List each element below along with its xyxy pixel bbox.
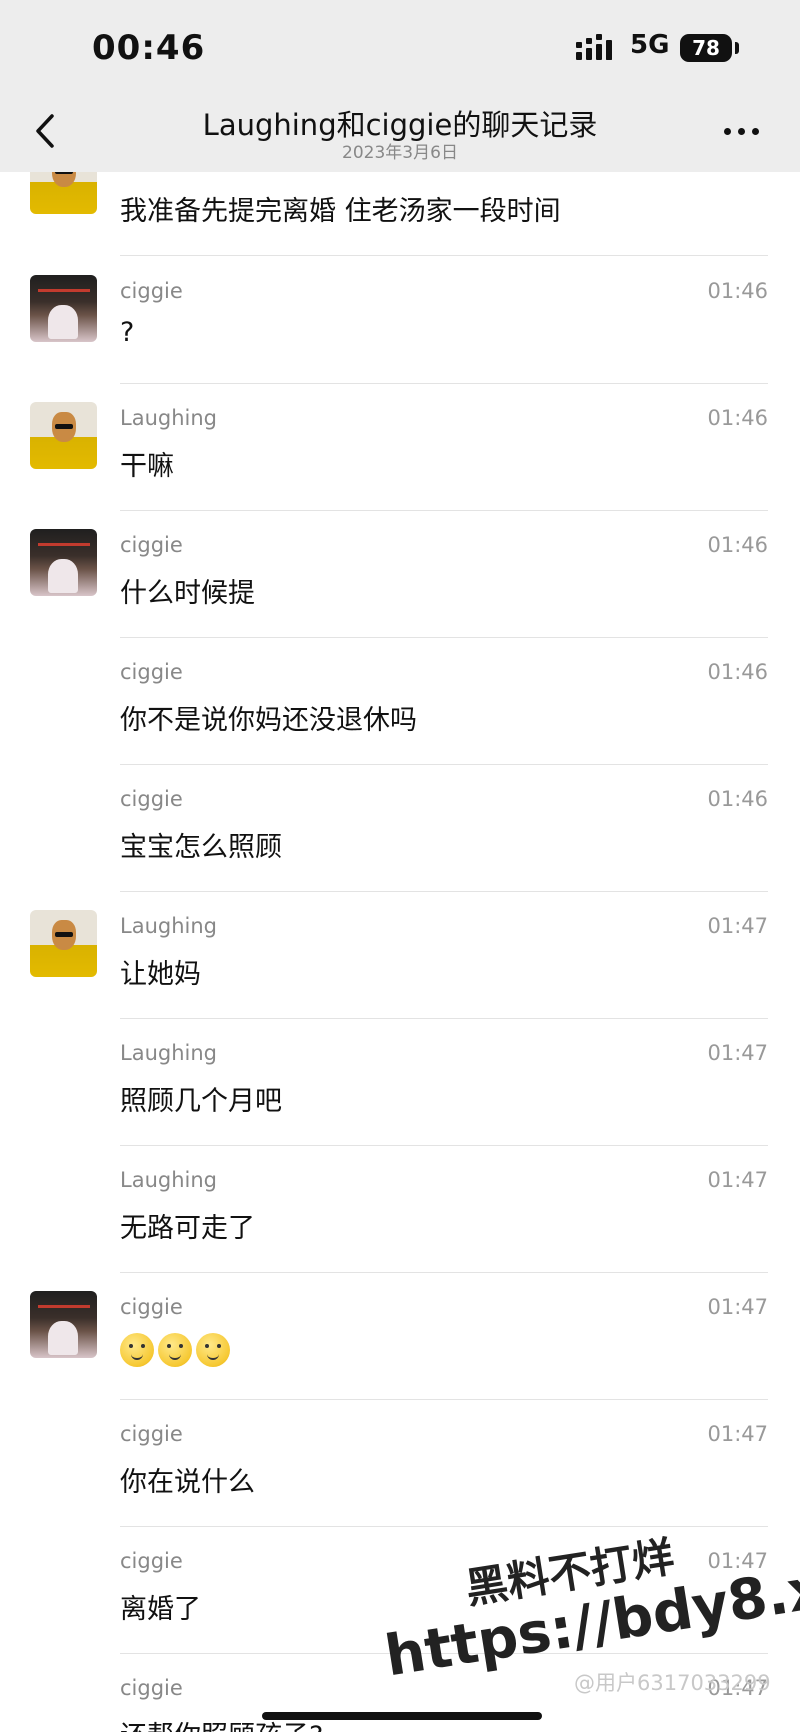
status-time: 00:46 bbox=[92, 28, 206, 68]
sender-name: ciggie bbox=[120, 1422, 183, 1446]
smile-emoji-icon bbox=[196, 1333, 230, 1367]
list-item: ciggie 01:47 bbox=[0, 1273, 800, 1400]
message-text: 无路可走了 bbox=[120, 1213, 255, 1244]
message-emoji-row bbox=[120, 1333, 234, 1367]
message-text: 干嘛 bbox=[120, 451, 174, 482]
more-dot-icon bbox=[724, 128, 731, 135]
smile-emoji-icon bbox=[158, 1333, 192, 1367]
smile-emoji-icon bbox=[120, 1333, 154, 1367]
battery-tip bbox=[735, 42, 739, 54]
sender-name: Laughing bbox=[120, 914, 217, 938]
message-text: ? bbox=[120, 317, 135, 348]
sender-name: ciggie bbox=[120, 1295, 183, 1319]
message-text: 我准备先提完离婚 住老汤家一段时间 bbox=[120, 196, 561, 227]
message-text: 离婚了 bbox=[120, 1594, 201, 1625]
list-item: Laughing 01:47 让她妈 bbox=[0, 892, 800, 1019]
list-item: Laughing 01:46 干嘛 bbox=[0, 384, 800, 511]
sender-name: Laughing bbox=[120, 406, 217, 430]
network-type: 5G bbox=[630, 30, 670, 60]
message-time: 01:46 bbox=[707, 787, 768, 811]
battery-icon: 78 bbox=[680, 34, 732, 62]
list-item: ciggie 01:46 什么时候提 bbox=[0, 511, 800, 638]
avatar-laughing[interactable] bbox=[30, 402, 97, 469]
avatar-ciggie[interactable] bbox=[30, 529, 97, 596]
sender-name: ciggie bbox=[120, 533, 183, 557]
message-time: 01:46 bbox=[707, 279, 768, 303]
sender-name: ciggie bbox=[120, 1676, 183, 1700]
home-indicator[interactable] bbox=[262, 1712, 542, 1720]
sender-name: Laughing bbox=[120, 1041, 217, 1065]
more-button[interactable] bbox=[720, 112, 770, 152]
page-subtitle: 2023年3月6日 bbox=[342, 143, 458, 163]
list-item: Laughing 01:47 照顾几个月吧 bbox=[0, 1019, 800, 1146]
avatar-laughing[interactable] bbox=[30, 172, 97, 214]
list-item: 我准备先提完离婚 住老汤家一段时间 bbox=[0, 172, 800, 256]
list-item: ciggie 01:47 你在说什么 bbox=[0, 1400, 800, 1527]
avatar-laughing[interactable] bbox=[30, 910, 97, 977]
sender-name: ciggie bbox=[120, 660, 183, 684]
message-time: 01:46 bbox=[707, 406, 768, 430]
message-text: 让她妈 bbox=[120, 959, 201, 990]
list-item: Laughing 01:47 无路可走了 bbox=[0, 1146, 800, 1273]
message-time: 01:47 bbox=[707, 1168, 768, 1192]
message-text: 你在说什么 bbox=[120, 1467, 255, 1498]
chat-record-list[interactable]: 我准备先提完离婚 住老汤家一段时间 ciggie 01:46 ? Laughin… bbox=[0, 172, 800, 1732]
message-text: 照顾几个月吧 bbox=[120, 1086, 282, 1117]
message-text: 宝宝怎么照顾 bbox=[120, 832, 282, 863]
message-text: 你不是说你妈还没退休吗 bbox=[120, 705, 417, 736]
message-time: 01:46 bbox=[707, 660, 768, 684]
list-item: ciggie 01:46 ? bbox=[0, 257, 800, 384]
status-bar: 00:46 5G 78 bbox=[0, 0, 800, 96]
message-time: 01:47 bbox=[707, 1041, 768, 1065]
message-time: 01:47 bbox=[707, 1295, 768, 1319]
avatar-ciggie[interactable] bbox=[30, 275, 97, 342]
avatar-ciggie[interactable] bbox=[30, 1291, 97, 1358]
message-time: 01:47 bbox=[707, 914, 768, 938]
sender-name: ciggie bbox=[120, 279, 183, 303]
more-dot-icon bbox=[738, 128, 745, 135]
weibo-watermark: @用户6317033299 bbox=[574, 1671, 771, 1695]
message-text: 什么时候提 bbox=[120, 578, 255, 609]
list-item: ciggie 01:46 宝宝怎么照顾 bbox=[0, 765, 800, 892]
nav-bar: Laughing和ciggie的聊天记录 2023年3月6日 bbox=[0, 96, 800, 172]
message-time: 01:46 bbox=[707, 533, 768, 557]
signal-icon bbox=[576, 34, 612, 60]
sender-name: ciggie bbox=[120, 1549, 183, 1573]
message-time: 01:47 bbox=[707, 1422, 768, 1446]
divider bbox=[120, 255, 768, 256]
sender-name: ciggie bbox=[120, 787, 183, 811]
list-item: ciggie 01:46 你不是说你妈还没退休吗 bbox=[0, 638, 800, 765]
more-dot-icon bbox=[752, 128, 759, 135]
sender-name: Laughing bbox=[120, 1168, 217, 1192]
